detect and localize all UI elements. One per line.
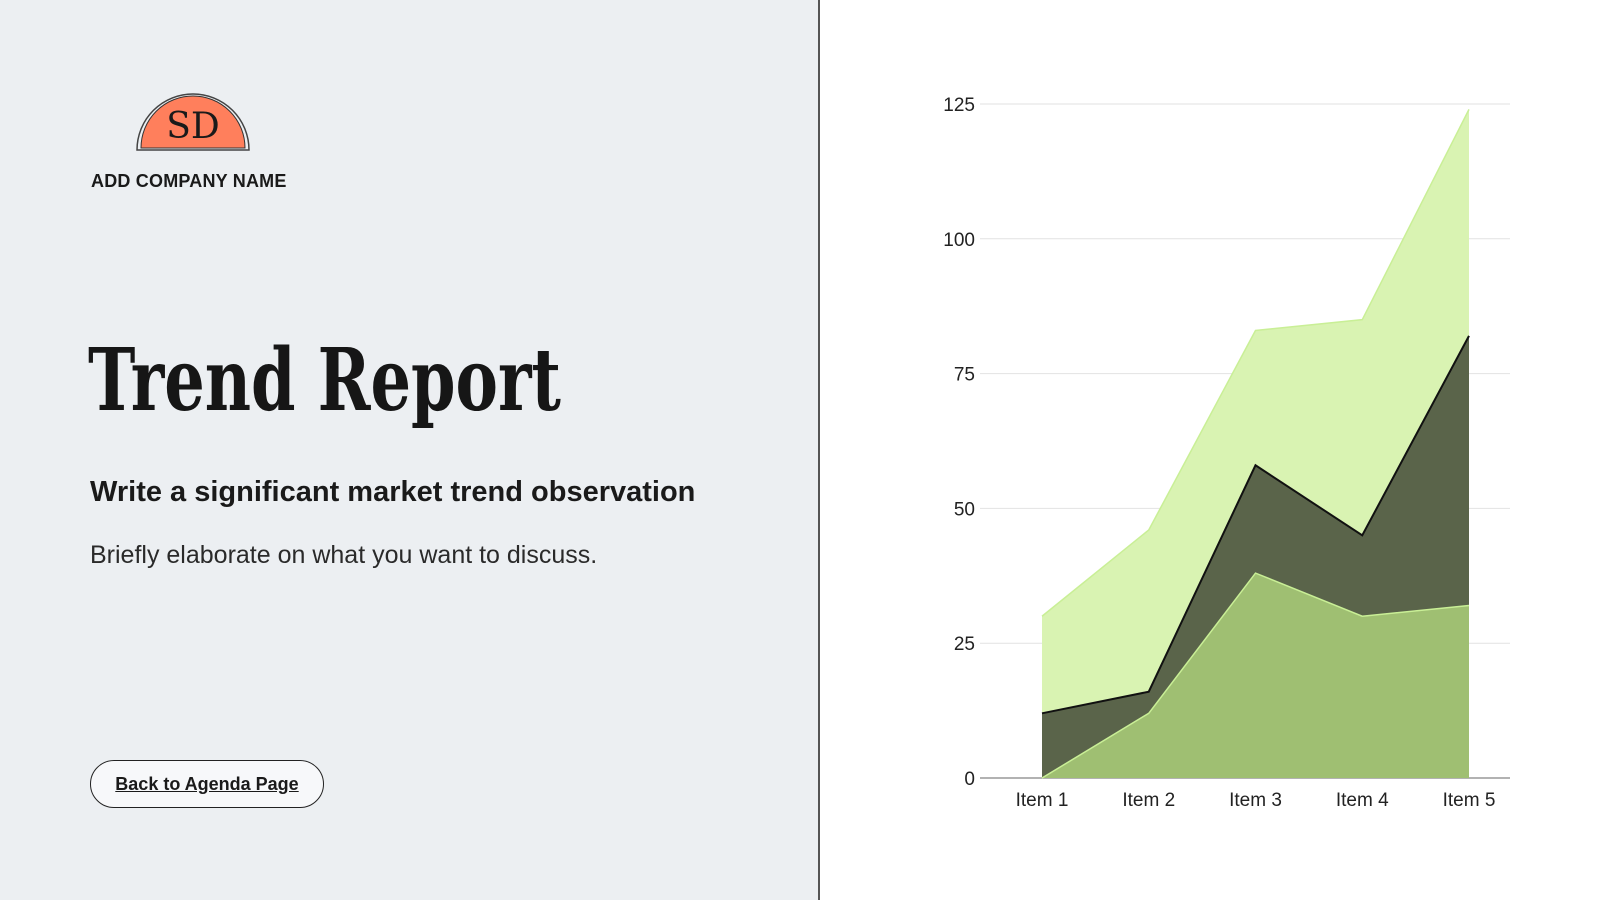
stacked-area-chart: 0 25 50 75 100 125 Item 1 Item 2 Item 3 Item 4 Ite… [943,95,1510,811]
company-name: ADD COMPANY NAME [91,171,287,191]
y-tick-label: 25 [954,634,975,655]
y-tick-label: 100 [943,230,975,251]
y-tick-label: 0 [964,769,975,790]
left-panel: SD ADD COMPANY NAME Trend Report Write a… [0,0,820,900]
subtitle: Write a significant market trend observa… [90,476,696,508]
x-tick-label: Item 1 [1016,790,1069,811]
page-title: Trend Report [88,330,561,431]
chart-area: 0 25 50 75 100 125 Item 1 Item 2 Item 3 Item 4 Ite… [820,0,1600,900]
x-tick-label: Item 5 [1443,790,1496,811]
y-tick-label: 50 [954,499,975,520]
x-tick-label: Item 3 [1229,790,1282,811]
x-tick-label: Item 2 [1122,790,1175,811]
body-text: Briefly elaborate on what you want to di… [90,541,598,569]
x-tick-label: Item 4 [1336,790,1389,811]
logo-initials: SD [166,106,220,147]
back-to-agenda-button[interactable]: Back to Agenda Page [90,760,324,808]
y-tick-label: 125 [943,95,975,116]
y-tick-label: 75 [954,365,975,386]
company-logo: SD [136,93,250,151]
